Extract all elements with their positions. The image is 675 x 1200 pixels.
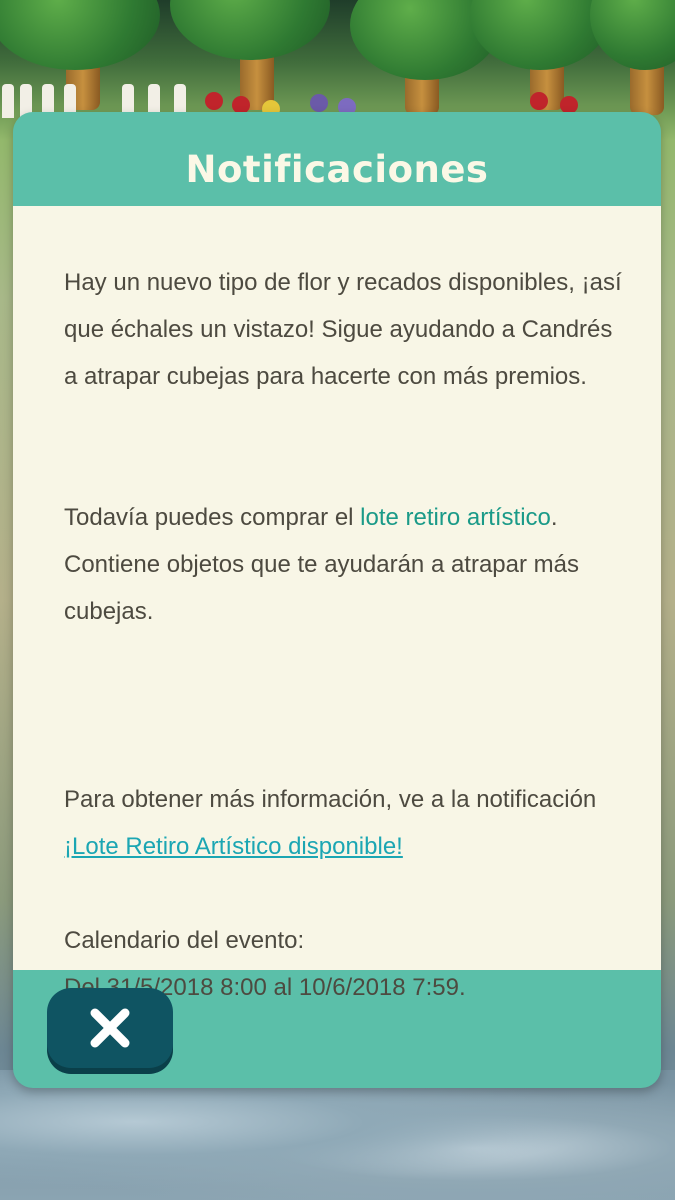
tree bbox=[170, 0, 330, 60]
tree bbox=[470, 0, 610, 70]
notification-dialog: Notificaciones Hay un nuevo tipo de flor… bbox=[13, 112, 661, 1088]
schedule-label: Calendario del evento: bbox=[64, 927, 305, 954]
paragraph-text: Todavía puedes comprar el bbox=[64, 504, 361, 531]
flower bbox=[310, 94, 328, 112]
flower bbox=[530, 92, 548, 110]
dialog-header: Notificaciones bbox=[13, 112, 661, 206]
tree bbox=[590, 0, 675, 70]
notification-paragraph: Para obtener más información, ve a la no… bbox=[64, 776, 624, 870]
dialog-body[interactable]: Hay un nuevo tipo de flor y recados disp… bbox=[13, 206, 661, 1001]
tree bbox=[0, 0, 160, 70]
dialog-title: Notificaciones bbox=[185, 147, 489, 191]
notification-link[interactable]: ¡Lote Retiro Artístico disponible! bbox=[64, 833, 403, 860]
notification-paragraph: Todavía puedes comprar el lote retiro ar… bbox=[64, 494, 624, 635]
paragraph-text: Para obtener más información, ve a la no… bbox=[64, 786, 597, 813]
flower bbox=[205, 92, 223, 110]
close-icon bbox=[90, 1008, 130, 1048]
dialog-footer bbox=[13, 970, 661, 1088]
water bbox=[0, 1070, 675, 1200]
notification-paragraph: Hay un nuevo tipo de flor y recados disp… bbox=[64, 269, 622, 390]
close-button[interactable] bbox=[47, 988, 173, 1068]
bundle-link[interactable]: lote retiro artístico bbox=[360, 504, 551, 531]
